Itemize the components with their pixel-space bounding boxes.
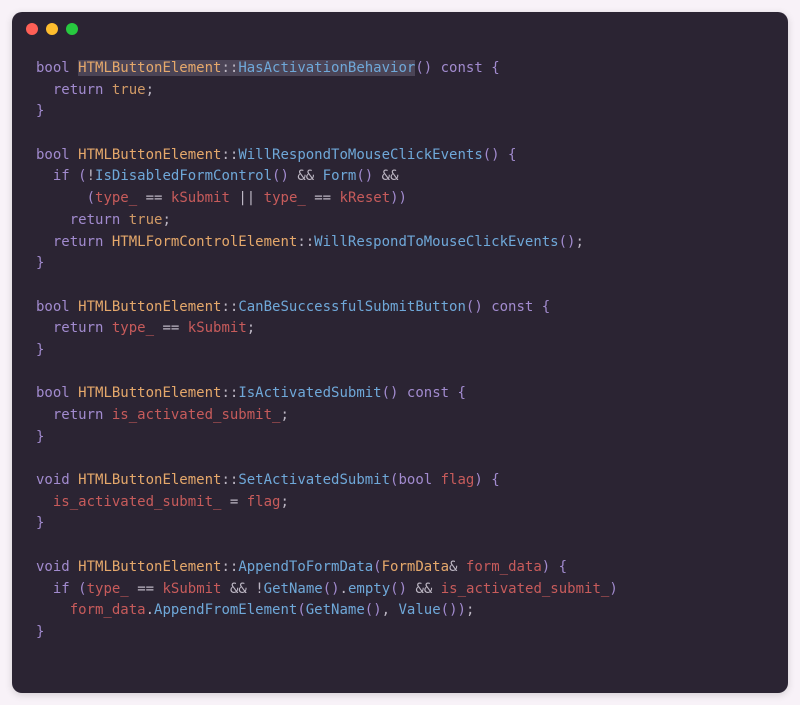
code-window: bool HTMLButtonElement::HasActivationBeh… bbox=[12, 12, 788, 693]
close-icon[interactable] bbox=[26, 23, 38, 35]
zoom-icon[interactable] bbox=[66, 23, 78, 35]
window-titlebar bbox=[12, 12, 788, 46]
code-block: bool HTMLButtonElement::HasActivationBeh… bbox=[12, 46, 788, 668]
minimize-icon[interactable] bbox=[46, 23, 58, 35]
